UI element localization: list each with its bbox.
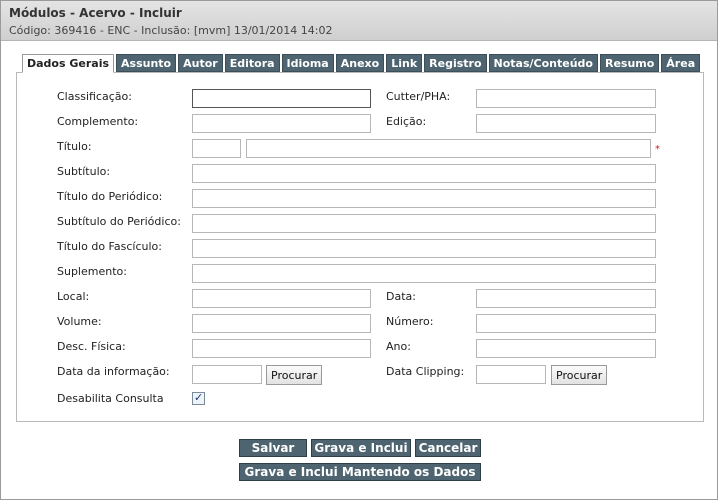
cutter-input[interactable]	[476, 89, 656, 108]
grava-inclui-mantendo-button[interactable]: Grava e Inclui Mantendo os Dados	[239, 463, 481, 481]
volume-input[interactable]	[192, 314, 371, 333]
ano-label: Ano:	[386, 340, 411, 353]
tab-autor[interactable]: Autor	[178, 54, 223, 72]
edicao-label: Edição:	[386, 115, 427, 128]
required-marker: *	[655, 144, 660, 155]
data-input[interactable]	[476, 289, 656, 308]
window: Módulos - Acervo - Incluir Código: 36941…	[0, 0, 718, 500]
numero-label: Número:	[386, 315, 434, 328]
tab-anexo[interactable]: Anexo	[335, 54, 385, 72]
desabilita-consulta-checkbox[interactable]	[192, 391, 205, 405]
titulo-fasciculo-input[interactable]	[192, 239, 656, 258]
window-header: Módulos - Acervo - Incluir Código: 36941…	[1, 1, 717, 41]
data-informacao-input[interactable]	[192, 365, 262, 384]
titulo-article-input[interactable]	[192, 139, 241, 158]
titulo-periodico-label: Título do Periódico:	[57, 190, 163, 203]
titulo-input[interactable]	[246, 139, 651, 158]
salvar-button[interactable]: Salvar	[239, 439, 307, 457]
tab-link[interactable]: Link	[386, 54, 423, 72]
cancelar-button[interactable]: Cancelar	[415, 439, 481, 457]
classificacao-label: Classificação:	[57, 90, 132, 103]
tab-notas-conteudo[interactable]: Notas/Conteúdo	[488, 54, 598, 72]
data-informacao-label: Data da informação:	[57, 365, 170, 378]
subtitulo-periodico-label: Subtítulo do Periódico:	[57, 215, 181, 228]
titulo-periodico-input[interactable]	[192, 189, 656, 208]
data-clipping-label: Data Clipping:	[386, 365, 465, 378]
data-label: Data:	[386, 290, 416, 303]
subtitulo-periodico-input[interactable]	[192, 214, 656, 233]
tab-registro[interactable]: Registro	[424, 54, 487, 72]
data-clipping-input[interactable]	[476, 365, 546, 384]
tab-editora[interactable]: Editora	[224, 54, 280, 72]
tab-assunto[interactable]: Assunto	[116, 54, 177, 72]
tab-dados-gerais[interactable]: Dados Gerais	[22, 54, 115, 73]
subtitulo-label: Subtítulo:	[57, 165, 111, 178]
titulo-fasciculo-label: Título do Fascículo:	[57, 240, 162, 253]
data-clipping-search-button[interactable]: Procurar	[551, 365, 608, 385]
desc-fisica-input[interactable]	[192, 339, 371, 358]
tab-idioma[interactable]: Idioma	[281, 54, 334, 72]
form-panel: Classificação: Cutter/PHA: Complemento: …	[16, 72, 704, 422]
tab-bar: Dados Gerais Assunto Autor Editora Idiom…	[22, 54, 702, 73]
local-label: Local:	[57, 290, 90, 303]
cutter-label: Cutter/PHA:	[386, 90, 451, 103]
record-info: Código: 369416 - ENC - Inclusão: [mvm] 1…	[9, 24, 333, 37]
grava-inclui-button[interactable]: Grava e Inclui	[311, 439, 411, 457]
ano-input[interactable]	[476, 339, 656, 358]
desc-fisica-label: Desc. Física:	[57, 340, 126, 353]
suplemento-input[interactable]	[192, 264, 656, 283]
numero-input[interactable]	[476, 314, 656, 333]
suplemento-label: Suplemento:	[57, 265, 127, 278]
edicao-input[interactable]	[476, 114, 656, 133]
volume-label: Volume:	[57, 315, 102, 328]
titulo-label: Título:	[57, 140, 92, 153]
data-informacao-search-button[interactable]: Procurar	[266, 365, 323, 385]
tab-area[interactable]: Área	[661, 54, 701, 72]
desabilita-consulta-label: Desabilita Consulta	[57, 392, 164, 405]
page-title: Módulos - Acervo - Incluir	[9, 6, 182, 20]
tab-resumo[interactable]: Resumo	[599, 54, 660, 72]
complemento-label: Complemento:	[57, 115, 139, 128]
local-input[interactable]	[192, 289, 371, 308]
subtitulo-input[interactable]	[192, 164, 656, 183]
complemento-input[interactable]	[192, 114, 371, 133]
classificacao-input[interactable]	[192, 89, 371, 108]
